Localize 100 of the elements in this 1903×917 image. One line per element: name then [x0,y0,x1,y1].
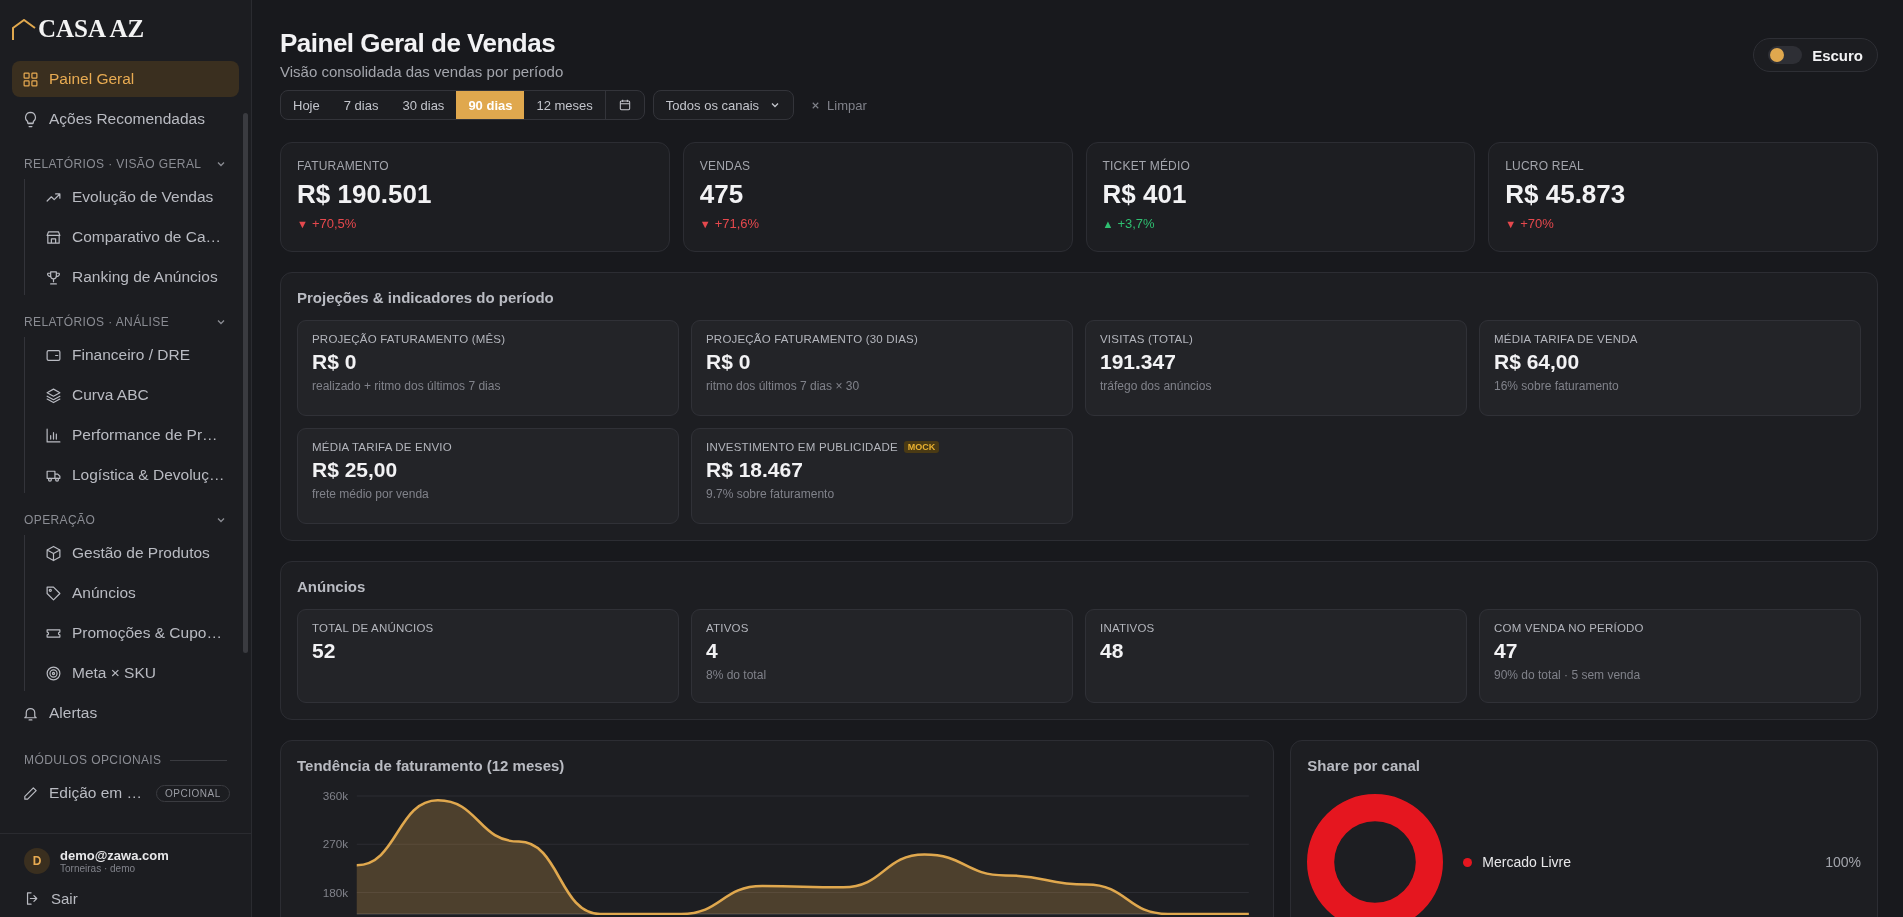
metric-label: ATIVOS [706,622,750,634]
delta-arrow: ▼ [297,217,308,230]
metric-value: 4 [706,639,719,663]
metric-note: tráfego dos anúncios [1100,379,1213,393]
clear-button[interactable]: Limpar [802,97,875,113]
pen-icon [22,784,39,802]
period-tab[interactable]: 30 dias [390,91,457,119]
kpi-delta: +3,7% [1117,216,1155,231]
metric-note: ritmo dos últimos 7 dias × 30 [706,379,861,393]
nav-item[interactable]: Promoções & Cupo… [35,615,239,651]
bar-chart-icon [45,426,62,444]
delta-arrow: ▼ [699,217,711,230]
target-icon [45,664,62,682]
panel-title: Share por canal [1307,757,1421,774]
delta-arrow: ▲ [1102,217,1114,230]
metric-label: PROJEÇÃO FATURAMENTO (30 DIAS) [706,333,918,345]
metric-label: MÉDIA TARIFA DE VENDA [1494,333,1638,345]
nav-item[interactable]: Curva ABC [35,377,239,413]
layers-icon [45,386,62,404]
nav-item[interactable]: Gestão de Produtos [35,535,239,571]
brand-name: CASA AZ [38,16,145,41]
metric-value: R$ 18.467 [706,458,804,482]
legend-label: Mercado Livre [1482,854,1573,870]
page-subtitle: Visão consolidada das vendas por período [280,63,565,80]
store-icon [45,228,62,246]
metric-label: INVESTIMENTO EM PUBLICIDADE [706,441,898,453]
legend-value: 100% [1825,854,1861,870]
period-tab[interactable]: Hoje [281,91,332,119]
grid-icon [22,70,39,88]
metric-value: 52 [312,639,337,663]
kpi-value: 475 [699,179,745,210]
metric-label: PROJEÇÃO FATURAMENTO (MÊS) [312,333,506,345]
nav-item[interactable]: Edição em … OPCIONAL [12,775,239,811]
period-tab[interactable]: 7 dias [331,91,391,119]
metric-note: 9.7% sobre faturamento [706,487,836,501]
channel-dropdown[interactable]: Todos os canais [652,90,795,120]
kpi-delta: +71,6% [714,216,760,231]
metric-value: R$ 25,00 [312,458,399,482]
nav-item[interactable]: Evolução de Vendas [35,179,239,215]
metric-value: 191.347 [1100,350,1177,374]
metric-label: TOTAL DE ANÚNCIOS [312,622,435,634]
nav-item[interactable]: Painel Geral [12,61,239,97]
metric-note: 16% sobre faturamento [1494,379,1620,393]
metric-label: COM VENDA NO PERÍODO [1494,622,1645,634]
user-subtitle: Torneiras · demo [60,863,137,874]
metric-value: 48 [1100,639,1125,663]
period-tab[interactable]: 12 meses [524,91,605,119]
delta-arrow: ▼ [1505,217,1517,230]
metric-note: 90% do total · 5 sem venda [1494,668,1642,682]
nav-item[interactable]: Comparativo de Ca… [35,219,239,255]
y-axis-label: 360k [322,790,349,802]
panel-title: Projeções & indicadores do período [297,289,555,306]
box-icon [45,544,62,562]
nav-item[interactable]: Anúncios [35,575,239,611]
metric-note: 8% do total [706,668,768,682]
kpi-value: R$ 45.873 [1505,179,1627,210]
theme-toggle[interactable]: Escuro [1753,38,1878,72]
metric-label: VISITAS (TOTAL) [1100,333,1194,345]
nav-item[interactable]: Financeiro / DRE [35,337,239,373]
nav-item[interactable]: Performance de Pr… [35,417,239,453]
metric-note: frete médio por venda [312,487,430,501]
logout-link[interactable]: Sair [24,890,78,907]
calendar-icon [617,98,632,112]
house-icon [12,19,36,41]
user-email: demo@zawa.com [60,848,169,863]
metric-value: R$ 64,00 [1494,350,1581,374]
kpi-label: TICKET MÉDIO [1102,159,1192,173]
metric-label: MÉDIA TARIFA DE ENVIO [312,441,452,453]
nav-item[interactable]: Alertas [12,695,239,731]
kpi-delta: +70% [1520,216,1554,231]
lightbulb-icon [22,110,39,128]
y-axis-label: 270k [322,838,349,851]
avatar: D [24,848,50,874]
logo[interactable]: CASA AZ [0,0,251,55]
y-axis-label: 180k [322,886,349,899]
nav-item[interactable]: Meta × SKU [35,655,239,691]
metric-note: realizado + ritmo dos últimos 7 dias [312,379,502,393]
metric-label: INATIVOS [1100,622,1156,634]
tag-icon [45,584,62,602]
panel-title: Anúncios [297,578,367,595]
kpi-label: LUCRO REAL [1505,159,1585,173]
group-header[interactable]: RELATÓRIOS · VISÃO GERAL [12,141,239,179]
group-header[interactable]: RELATÓRIOS · ANÁLISE [12,299,239,337]
scrollbar[interactable] [243,113,248,653]
kpi-value: R$ 190.501 [297,179,433,210]
nav-item[interactable]: Ações Recomendadas [12,101,239,137]
section-label: MÓDULOS OPCIONAIS [24,753,162,767]
kpi-value: R$ 401 [1102,179,1188,210]
panel-title: Tendência de faturamento (12 meses) [297,757,566,774]
metric-value: 47 [1494,639,1519,663]
kpi-delta: +70,5% [311,216,357,231]
trophy-icon [45,268,62,286]
nav-item[interactable]: Ranking de Anúncios [35,259,239,295]
kpi-label: FATURAMENTO [297,159,390,173]
mock-badge: MOCK [903,441,940,453]
metric-value: R$ 0 [312,350,358,374]
nav-item[interactable]: Logística & Devoluç… [35,457,239,493]
kpi-label: VENDAS [699,159,752,173]
group-header[interactable]: OPERAÇÃO [12,497,239,535]
page-title: Painel Geral de Vendas [280,28,557,59]
